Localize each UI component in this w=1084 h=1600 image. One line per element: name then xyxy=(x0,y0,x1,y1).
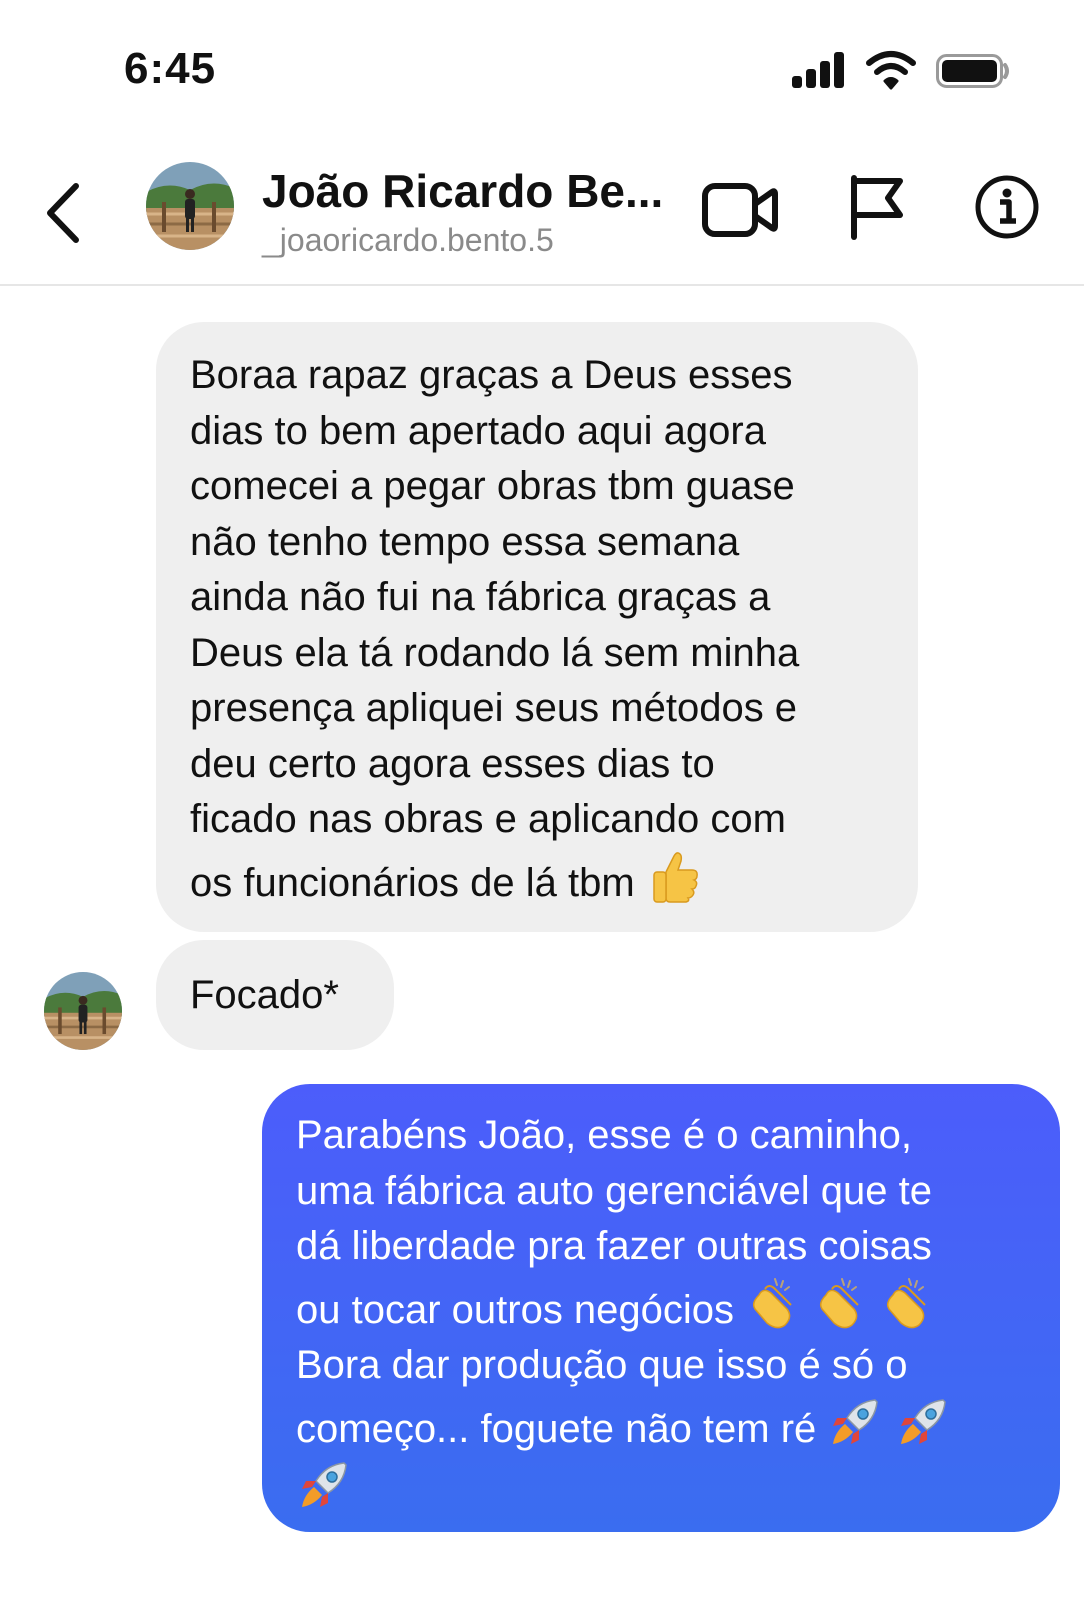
info-icon[interactable] xyxy=(974,174,1040,240)
battery-icon xyxy=(936,54,1009,88)
message-line: deu certo agora esses dias to xyxy=(190,741,715,786)
wifi-icon xyxy=(866,51,916,90)
message-line: Deus ela tá rodando lá sem minha xyxy=(190,630,800,675)
message-line-with-emoji: os funcionários de lá tbm xyxy=(190,848,888,912)
message-line-emoji-only xyxy=(296,1457,1040,1521)
message-line: presença apliquei seus métodos e xyxy=(190,686,798,730)
incoming-message-bubble[interactable]: Boraa rapaz graças a Deus esses dias to … xyxy=(156,322,918,932)
status-time: 6:45 xyxy=(124,44,217,93)
thumbs-up-icon xyxy=(653,851,698,903)
clapping-hands-icon xyxy=(887,1277,927,1328)
message-line: ou tocar outros negócios xyxy=(296,1287,735,1332)
contact-name[interactable]: João Ricardo Be... xyxy=(262,164,663,218)
message-line: ainda não fui na fábrica graças a xyxy=(190,575,771,619)
contact-handle: _joaoricardo.bento.5 xyxy=(262,222,554,258)
back-icon[interactable] xyxy=(40,178,90,248)
clapping-hands-icon xyxy=(753,1277,792,1328)
message-line: ficado nas obras e aplicando com xyxy=(190,797,786,841)
incoming-message-bubble[interactable]: Focado* xyxy=(156,940,394,1050)
clapping-hands-icon xyxy=(820,1277,860,1328)
outgoing-message-bubble[interactable]: Parabéns João, esse é o caminho, uma fáb… xyxy=(262,1084,1060,1532)
contact-avatar[interactable] xyxy=(146,162,234,250)
message-line: Bora dar produção que isso é só o xyxy=(296,1343,908,1387)
rocket-icon xyxy=(833,1398,879,1444)
message-line: dá liberdade pra fazer outras coisas xyxy=(296,1224,932,1268)
dm-thread-screen: 6:45 João Ricardo Be... _joaoricardo.ben… xyxy=(0,0,1084,1600)
message-line: Boraa rapaz graças a Deus esses xyxy=(190,353,793,397)
message-line: dias to bem apertado aqui agora xyxy=(190,408,766,453)
video-call-icon[interactable] xyxy=(702,180,778,240)
message-text: Focado* xyxy=(190,973,339,1017)
flag-icon[interactable] xyxy=(846,174,906,240)
message-line-with-emoji: começo... foguete não tem ré xyxy=(296,1394,1040,1458)
message-line-with-emoji: ou tocar outros negócios xyxy=(296,1275,1040,1339)
chat-header: João Ricardo Be... _joaoricardo.bento.5 xyxy=(0,150,1084,286)
message-line: começo... foguete não tem ré xyxy=(296,1406,817,1451)
status-bar: 6:45 xyxy=(0,0,1084,130)
rocket-icon xyxy=(302,1462,347,1507)
message-line: não tenho tempo essa semana xyxy=(190,519,740,564)
message-line: os funcionários de lá tbm xyxy=(190,860,635,905)
message-line: uma fábrica auto gerenciável que te xyxy=(296,1168,932,1213)
message-line: comecei a pegar obras tbm guase xyxy=(190,464,795,508)
signal-icon xyxy=(792,52,848,88)
message-line: Parabéns João, esse é o caminho, xyxy=(296,1113,912,1157)
rocket-icon xyxy=(900,1398,946,1444)
sender-avatar[interactable] xyxy=(44,972,122,1050)
